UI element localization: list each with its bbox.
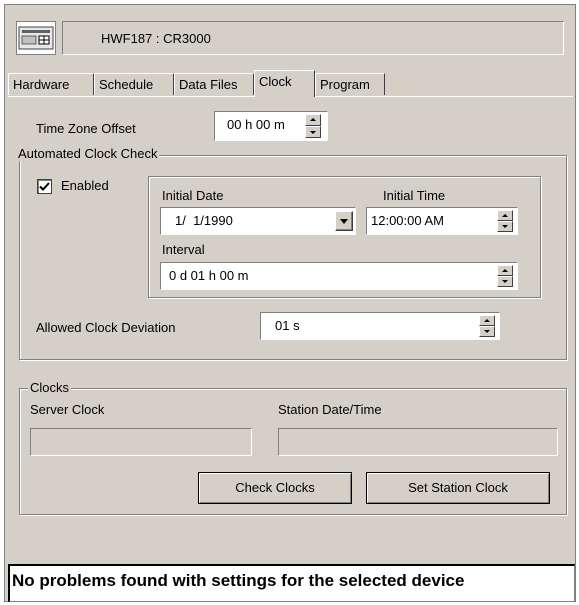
station-datetime-field — [278, 428, 558, 456]
timezone-label: Time Zone Offset — [36, 121, 136, 136]
initial-time-value: 12:00:00 AM — [371, 213, 444, 228]
status-message: No problems found with settings for the … — [12, 571, 465, 590]
tab-clock[interactable]: Clock — [254, 70, 315, 97]
dropdown-button[interactable] — [335, 211, 353, 231]
tab-hardware[interactable]: Hardware — [8, 73, 94, 95]
interval-input[interactable]: 0 d 01 h 00 m — [160, 262, 518, 290]
server-clock-label: Server Clock — [30, 402, 105, 417]
interval-label: Interval — [162, 242, 205, 257]
spin-down-icon — [310, 131, 316, 134]
datalogger-icon — [16, 21, 56, 55]
enabled-label: Enabled — [61, 178, 109, 193]
spin-down-icon — [502, 280, 508, 283]
check-clocks-button[interactable]: Check Clocks — [198, 472, 352, 504]
header-bar: HWF187 : CR3000 — [10, 12, 568, 64]
spin-down-icon — [502, 225, 508, 228]
status-panel: No problems found with settings for the … — [8, 564, 575, 602]
chevron-down-icon — [340, 219, 348, 224]
initial-date-dropdown[interactable]: 1/ 1/1990 — [160, 207, 356, 235]
interval-spinner[interactable] — [497, 265, 513, 287]
tab-program[interactable]: Program — [315, 73, 385, 95]
deviation-label: Allowed Clock Deviation — [36, 320, 176, 335]
deviation-value: 01 s — [275, 318, 300, 333]
initial-date-label: Initial Date — [162, 188, 224, 203]
timezone-input[interactable]: 00 h 00 m — [214, 111, 328, 141]
timezone-value: 00 h 00 m — [227, 117, 285, 132]
device-title-box: HWF187 : CR3000 — [62, 21, 564, 55]
deviation-spinner[interactable] — [479, 315, 495, 337]
tab-schedule[interactable]: Schedule — [94, 73, 174, 95]
initial-date-value: 1/ 1/1990 — [175, 213, 233, 228]
server-clock-field — [30, 428, 252, 456]
station-datetime-label: Station Date/Time — [278, 402, 382, 417]
timezone-spinner[interactable] — [305, 114, 321, 138]
spin-up-icon — [484, 319, 490, 322]
spin-up-icon — [502, 269, 508, 272]
initial-time-label: Initial Time — [383, 188, 446, 203]
enabled-checkbox[interactable] — [37, 179, 52, 194]
checkmark-icon — [39, 182, 50, 191]
interval-value: 0 d 01 h 00 m — [169, 268, 249, 283]
clocks-legend: Clocks — [28, 380, 72, 395]
initial-time-input[interactable]: 12:00:00 AM — [366, 207, 518, 235]
spin-up-icon — [502, 214, 508, 217]
spin-down-icon — [484, 330, 490, 333]
spin-up-icon — [310, 118, 316, 121]
tab-data-files[interactable]: Data Files — [174, 73, 254, 95]
automated-clock-check-legend: Automated Clock Check — [16, 146, 160, 161]
set-station-clock-button[interactable]: Set Station Clock — [366, 472, 550, 504]
deviation-input[interactable]: 01 s — [260, 312, 500, 340]
initial-time-spinner[interactable] — [497, 210, 513, 232]
tab-strip: Hardware Schedule Data Files Clock Progr… — [8, 70, 573, 97]
device-title: HWF187 : CR3000 — [101, 31, 211, 46]
